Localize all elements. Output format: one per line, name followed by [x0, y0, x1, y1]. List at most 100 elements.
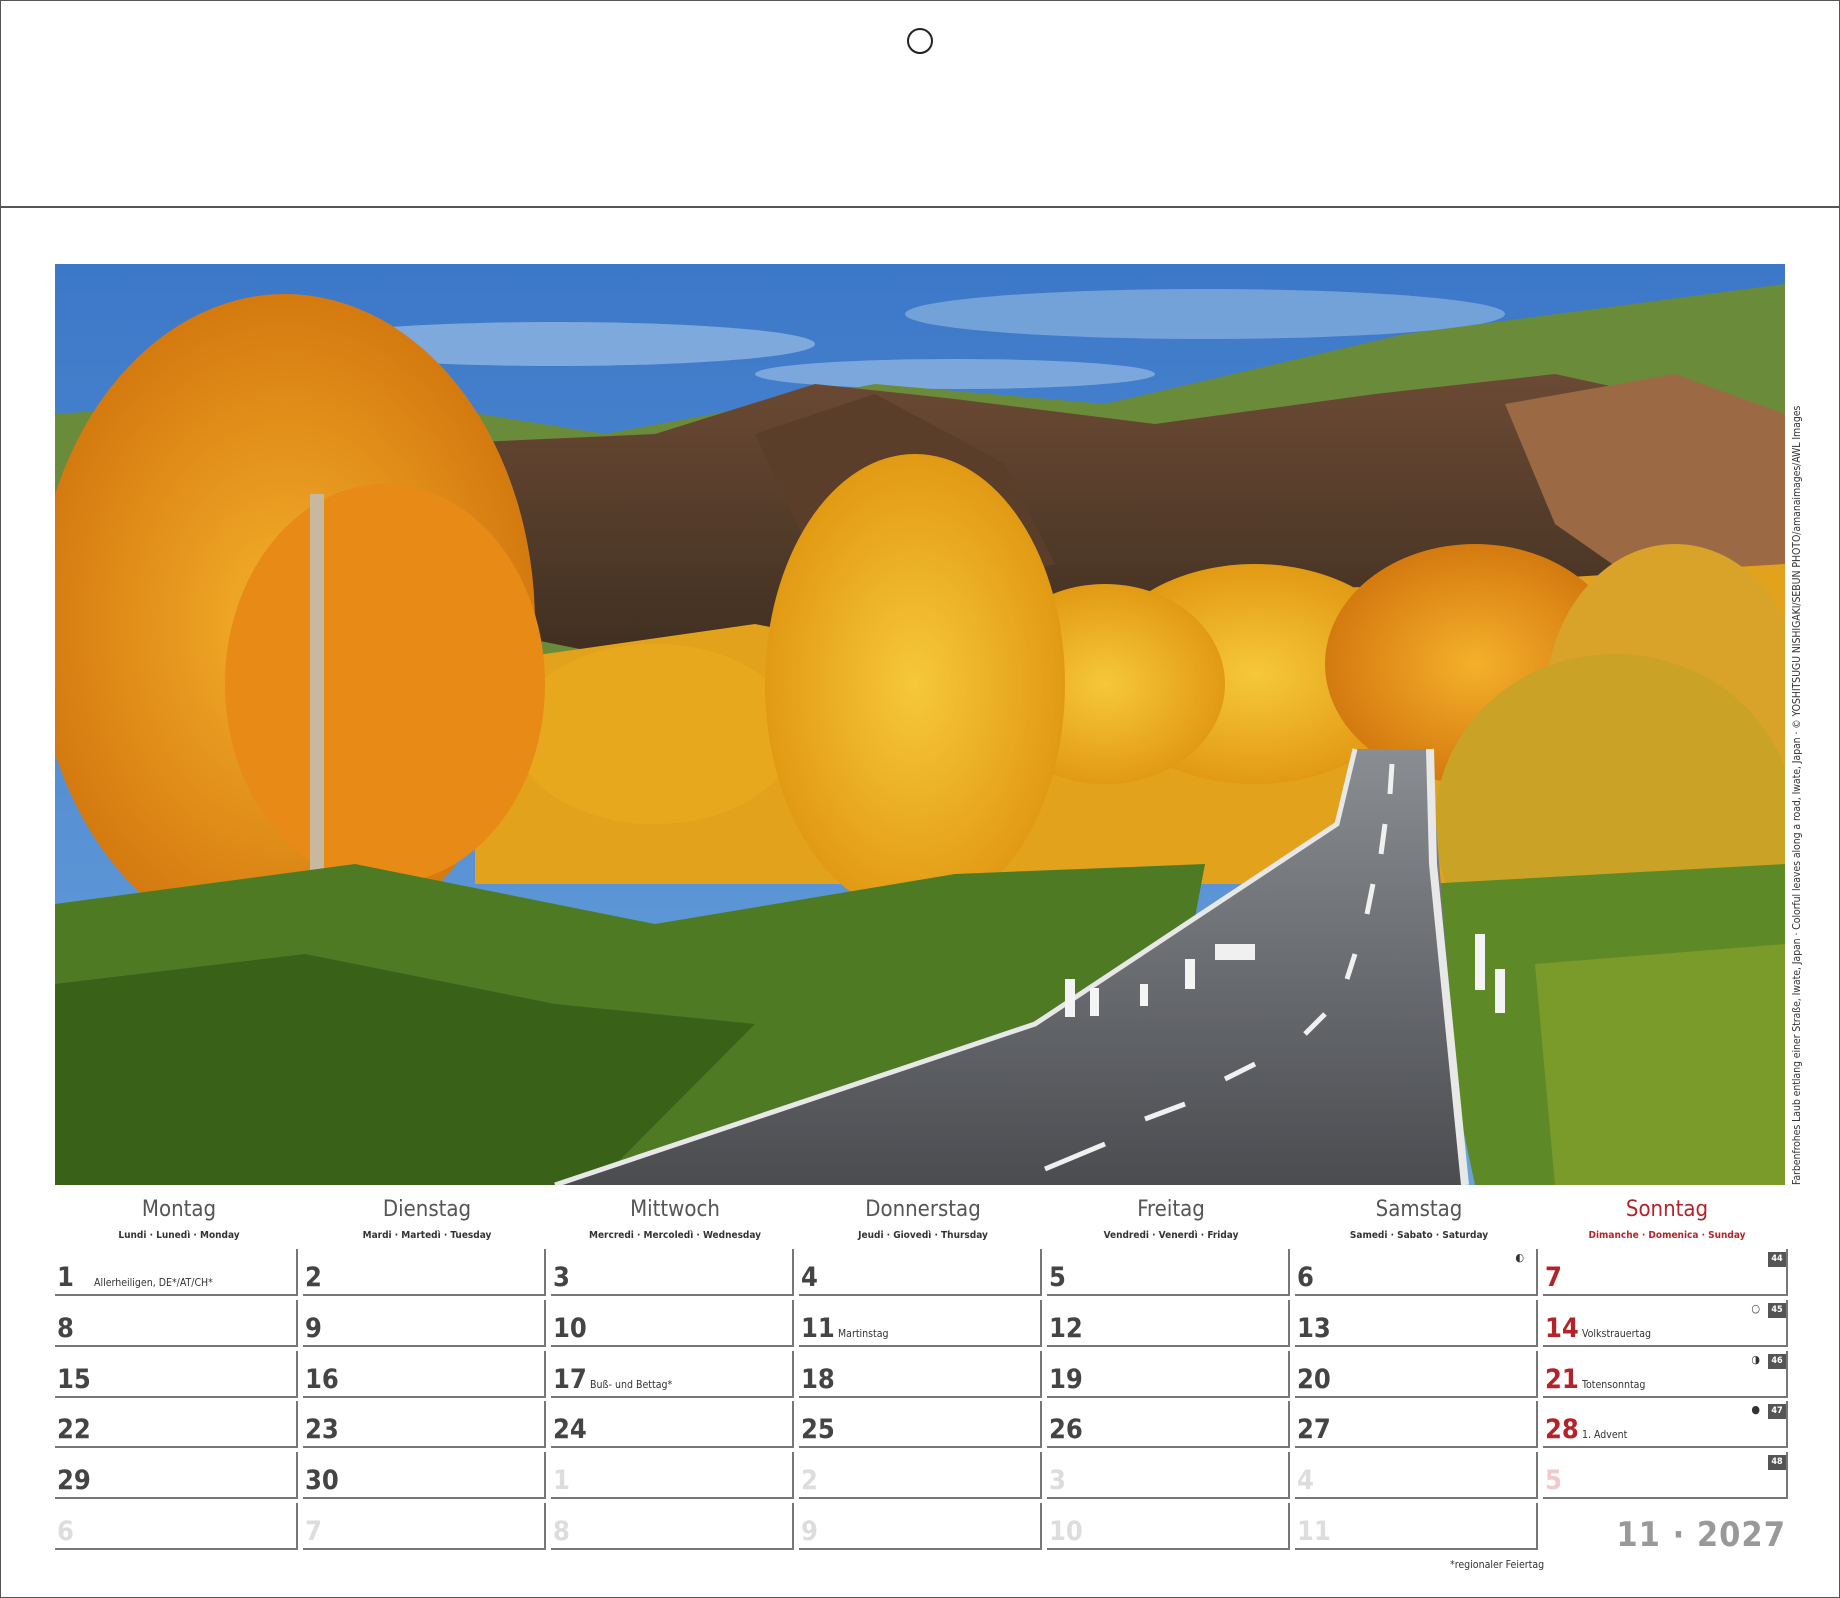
day-cell[interactable]: 15 — [55, 1351, 298, 1398]
weekday-header: Sonntag Dimanche · Domenica · Sunday — [1543, 1196, 1791, 1241]
weekday-name: Montag — [141, 1197, 217, 1222]
day-number: 23 — [305, 1414, 339, 1445]
day-cell[interactable]: 10 — [1047, 1503, 1290, 1550]
weekday-name: Sonntag — [1625, 1197, 1709, 1222]
day-cell[interactable]: 2 — [303, 1249, 546, 1296]
weekday-translations: Lundi · Lunedì · Monday — [118, 1230, 240, 1241]
day-number: 18 — [801, 1364, 835, 1395]
day-cell[interactable]: 1 Allerheiligen, DE*/AT/CH* — [55, 1249, 298, 1296]
calendar-photo — [55, 264, 1785, 1185]
week-number-badge: 47 — [1768, 1404, 1786, 1419]
day-cell[interactable]: 11 — [1295, 1503, 1538, 1550]
day-number: 11 — [801, 1313, 835, 1344]
day-number: 30 — [305, 1465, 339, 1496]
weekday-header: Samstag Samedi · Sabato · Saturday — [1295, 1196, 1543, 1241]
day-number: 2 — [305, 1262, 322, 1293]
day-cell[interactable]: 24 — [551, 1401, 794, 1448]
day-number: 9 — [801, 1516, 818, 1547]
day-cell[interactable]: 27 — [1295, 1401, 1538, 1448]
day-cell[interactable]: 21 Totensonntag ◑ 46 — [1543, 1351, 1788, 1398]
moon-phase-icon: ◐ — [1515, 1251, 1524, 1264]
weekday-header: Donnerstag Jeudi · Giovedì · Thursday — [799, 1196, 1047, 1241]
day-cell[interactable]: 5 — [1047, 1249, 1290, 1296]
month-year-label: 11 · 2027 — [1616, 1515, 1786, 1555]
day-number: 5 — [1545, 1465, 1562, 1496]
day-cell[interactable]: 9 — [799, 1503, 1042, 1550]
day-number: 4 — [1297, 1465, 1314, 1496]
day-cell[interactable]: 13 — [1295, 1300, 1538, 1347]
day-number: 29 — [57, 1465, 91, 1496]
day-number: 12 — [1049, 1313, 1083, 1344]
day-number: 24 — [553, 1414, 587, 1445]
day-cell[interactable]: 25 — [799, 1401, 1042, 1448]
day-number: 6 — [1297, 1262, 1314, 1293]
day-number: 4 — [801, 1262, 818, 1293]
day-number: 11 — [1297, 1516, 1331, 1547]
day-cell[interactable]: 19 — [1047, 1351, 1290, 1398]
day-cell[interactable]: 29 — [55, 1452, 298, 1499]
weekday-header: Montag Lundi · Lunedì · Monday — [55, 1196, 303, 1241]
day-number: 21 — [1545, 1364, 1579, 1395]
day-cell[interactable]: 12 — [1047, 1300, 1290, 1347]
weekday-translations: Mercredi · Mercoledì · Wednesday — [588, 1230, 761, 1241]
day-cell[interactable]: 11 Martinstag — [799, 1300, 1042, 1347]
day-cell[interactable]: 7 — [303, 1503, 546, 1550]
day-cell[interactable]: 10 — [551, 1300, 794, 1347]
day-number: 22 — [57, 1414, 91, 1445]
weekday-translations: Samedi · Sabato · Saturday — [1349, 1230, 1489, 1241]
holiday-label: Allerheiligen, DE*/AT/CH* — [94, 1277, 213, 1289]
day-cell[interactable]: 1 — [551, 1452, 794, 1499]
week-number-badge: 44 — [1768, 1252, 1786, 1267]
holiday-label: Totensonntag — [1582, 1379, 1646, 1391]
day-number: 28 — [1545, 1414, 1579, 1445]
day-cell[interactable]: 14 Volkstrauertag ○ 45 — [1543, 1300, 1788, 1347]
day-number: 10 — [553, 1313, 587, 1344]
day-cell[interactable]: 17 Buß- und Bettag* — [551, 1351, 794, 1398]
weekday-name: Dienstag — [382, 1197, 472, 1222]
day-cell[interactable]: 30 — [303, 1452, 546, 1499]
day-number: 13 — [1297, 1313, 1331, 1344]
moon-phase-icon: ○ — [1751, 1302, 1760, 1315]
weekday-translations: Vendredi · Venerdì · Friday — [1103, 1230, 1239, 1241]
day-cell[interactable]: 7 44 — [1543, 1249, 1788, 1296]
day-cell[interactable]: 22 — [55, 1401, 298, 1448]
day-number: 6 — [57, 1516, 74, 1547]
holiday-label: 1. Advent — [1582, 1429, 1628, 1441]
day-cell[interactable]: 9 — [303, 1300, 546, 1347]
holiday-label: Martinstag — [838, 1328, 889, 1340]
day-cell[interactable]: 16 — [303, 1351, 546, 1398]
week-number-badge: 48 — [1768, 1455, 1786, 1470]
holiday-label: Volkstrauertag — [1582, 1328, 1651, 1340]
day-cell[interactable]: 26 — [1047, 1401, 1290, 1448]
day-number: 15 — [57, 1364, 91, 1395]
hanger-strip — [0, 0, 1840, 208]
day-number: 7 — [1545, 1262, 1562, 1293]
day-cell[interactable]: 3 — [1047, 1452, 1290, 1499]
day-cell[interactable]: 18 — [799, 1351, 1042, 1398]
day-cell[interactable]: 5 48 — [1543, 1452, 1788, 1499]
day-cell[interactable]: 8 — [551, 1503, 794, 1550]
day-number: 16 — [305, 1364, 339, 1395]
day-cell[interactable]: 20 — [1295, 1351, 1538, 1398]
day-cell[interactable]: 8 — [55, 1300, 298, 1347]
day-number: 8 — [57, 1313, 74, 1344]
day-number: 8 — [553, 1516, 570, 1547]
moon-phase-icon: ◑ — [1751, 1353, 1760, 1366]
day-cell[interactable]: 3 — [551, 1249, 794, 1296]
day-number: 17 — [553, 1364, 587, 1395]
day-cell[interactable]: 28 1. Advent ● 47 — [1543, 1401, 1788, 1448]
day-number: 2 — [801, 1465, 818, 1496]
day-cell[interactable]: 4 — [799, 1249, 1042, 1296]
day-number: 27 — [1297, 1414, 1331, 1445]
day-cell[interactable]: 6 — [55, 1503, 298, 1550]
day-number: 3 — [553, 1262, 570, 1293]
holiday-label: Buß- und Bettag* — [590, 1379, 673, 1391]
day-cell[interactable]: 4 — [1295, 1452, 1538, 1499]
day-number: 3 — [1049, 1465, 1066, 1496]
day-cell[interactable]: 23 — [303, 1401, 546, 1448]
weekday-header: Freitag Vendredi · Venerdì · Friday — [1047, 1196, 1295, 1241]
weekday-header: Dienstag Mardi · Martedì · Tuesday — [303, 1196, 551, 1241]
day-number: 5 — [1049, 1262, 1066, 1293]
day-cell[interactable]: 6 ◐ — [1295, 1249, 1538, 1296]
day-cell[interactable]: 2 — [799, 1452, 1042, 1499]
